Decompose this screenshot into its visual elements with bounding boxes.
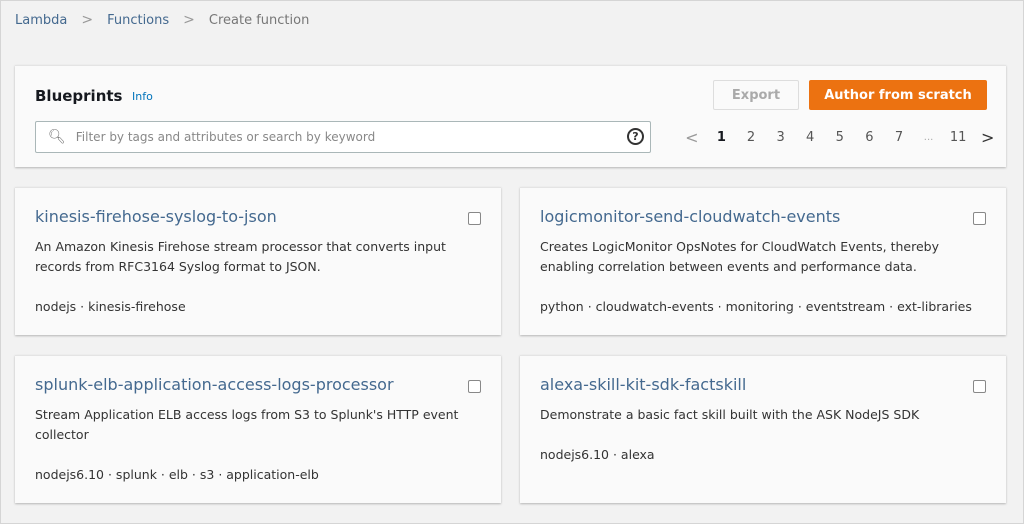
blueprint-description: An Amazon Kinesis Firehose stream proces… — [35, 239, 446, 274]
author-from-scratch-button[interactable]: Author from scratch — [809, 80, 987, 110]
blueprint-description: Creates LogicMonitor OpsNotes for CloudW… — [540, 239, 939, 274]
breadcrumb-functions[interactable]: Functions — [107, 13, 169, 28]
export-button[interactable]: Export — [713, 80, 799, 110]
prev-page-button[interactable]: < — [677, 128, 707, 147]
blueprint-name[interactable]: alexa-skill-kit-sdk-factskill — [540, 375, 746, 394]
blueprint-card[interactable]: logicmonitor-send-cloudwatch-events Crea… — [520, 187, 1006, 335]
search-input[interactable]: 🔍︎ Filter by tags and attributes or sear… — [35, 121, 651, 153]
search-icon: 🔍︎ — [48, 129, 66, 145]
info-link[interactable]: Info — [132, 90, 153, 103]
page-7[interactable]: 7 — [884, 130, 914, 145]
blueprint-card[interactable]: splunk-elb-application-access-logs-proce… — [15, 355, 501, 503]
chevron-right-icon: > — [183, 12, 195, 28]
page-2[interactable]: 2 — [736, 130, 766, 145]
blueprint-tags: nodejs6.10 · splunk · elb · s3 · applica… — [35, 467, 319, 482]
blueprint-name[interactable]: splunk-elb-application-access-logs-proce… — [35, 375, 394, 394]
page-1[interactable]: 1 — [707, 130, 737, 145]
blueprints-header: Blueprints Info Export Author from scrat… — [15, 65, 1006, 167]
blueprint-name[interactable]: logicmonitor-send-cloudwatch-events — [540, 207, 840, 226]
blueprint-name[interactable]: kinesis-firehose-syslog-to-json — [35, 207, 277, 226]
blueprint-tags: nodejs · kinesis-firehose — [35, 299, 186, 314]
page-4[interactable]: 4 — [795, 130, 825, 145]
chevron-right-icon: > — [81, 12, 94, 28]
next-page-button[interactable]: > — [973, 128, 1003, 147]
blueprint-description: Stream Application ELB access logs from … — [35, 407, 459, 442]
page-ellipsis: ... — [923, 132, 934, 143]
blueprint-card[interactable]: kinesis-firehose-syslog-to-json An Amazo… — [15, 187, 501, 335]
page-title: Blueprints — [35, 87, 123, 105]
select-checkbox[interactable] — [468, 212, 481, 225]
search-placeholder: Filter by tags and attributes or search … — [75, 130, 376, 144]
page-11[interactable]: 11 — [943, 130, 973, 145]
select-checkbox[interactable] — [468, 380, 481, 393]
page-6[interactable]: 6 — [855, 130, 885, 145]
blueprint-tags: python · cloudwatch-events · monitoring … — [540, 299, 972, 314]
select-checkbox[interactable] — [973, 212, 986, 225]
page-3[interactable]: 3 — [766, 130, 796, 145]
pagination: < 1 2 3 4 5 6 7 ... 11 > — [677, 128, 1003, 147]
page-5[interactable]: 5 — [825, 130, 855, 145]
blueprint-description: Demonstrate a basic fact skill built wit… — [540, 407, 920, 422]
help-icon[interactable]: ? — [627, 128, 644, 145]
blueprint-tags: nodejs6.10 · alexa — [540, 447, 655, 462]
breadcrumb-lambda[interactable]: Lambda — [15, 13, 67, 28]
select-checkbox[interactable] — [973, 380, 986, 393]
breadcrumb-current: Create function — [208, 12, 310, 28]
blueprint-card[interactable]: alexa-skill-kit-sdk-factskill Demonstrat… — [520, 355, 1006, 503]
breadcrumb: Lambda > Functions > Create function — [15, 12, 309, 28]
